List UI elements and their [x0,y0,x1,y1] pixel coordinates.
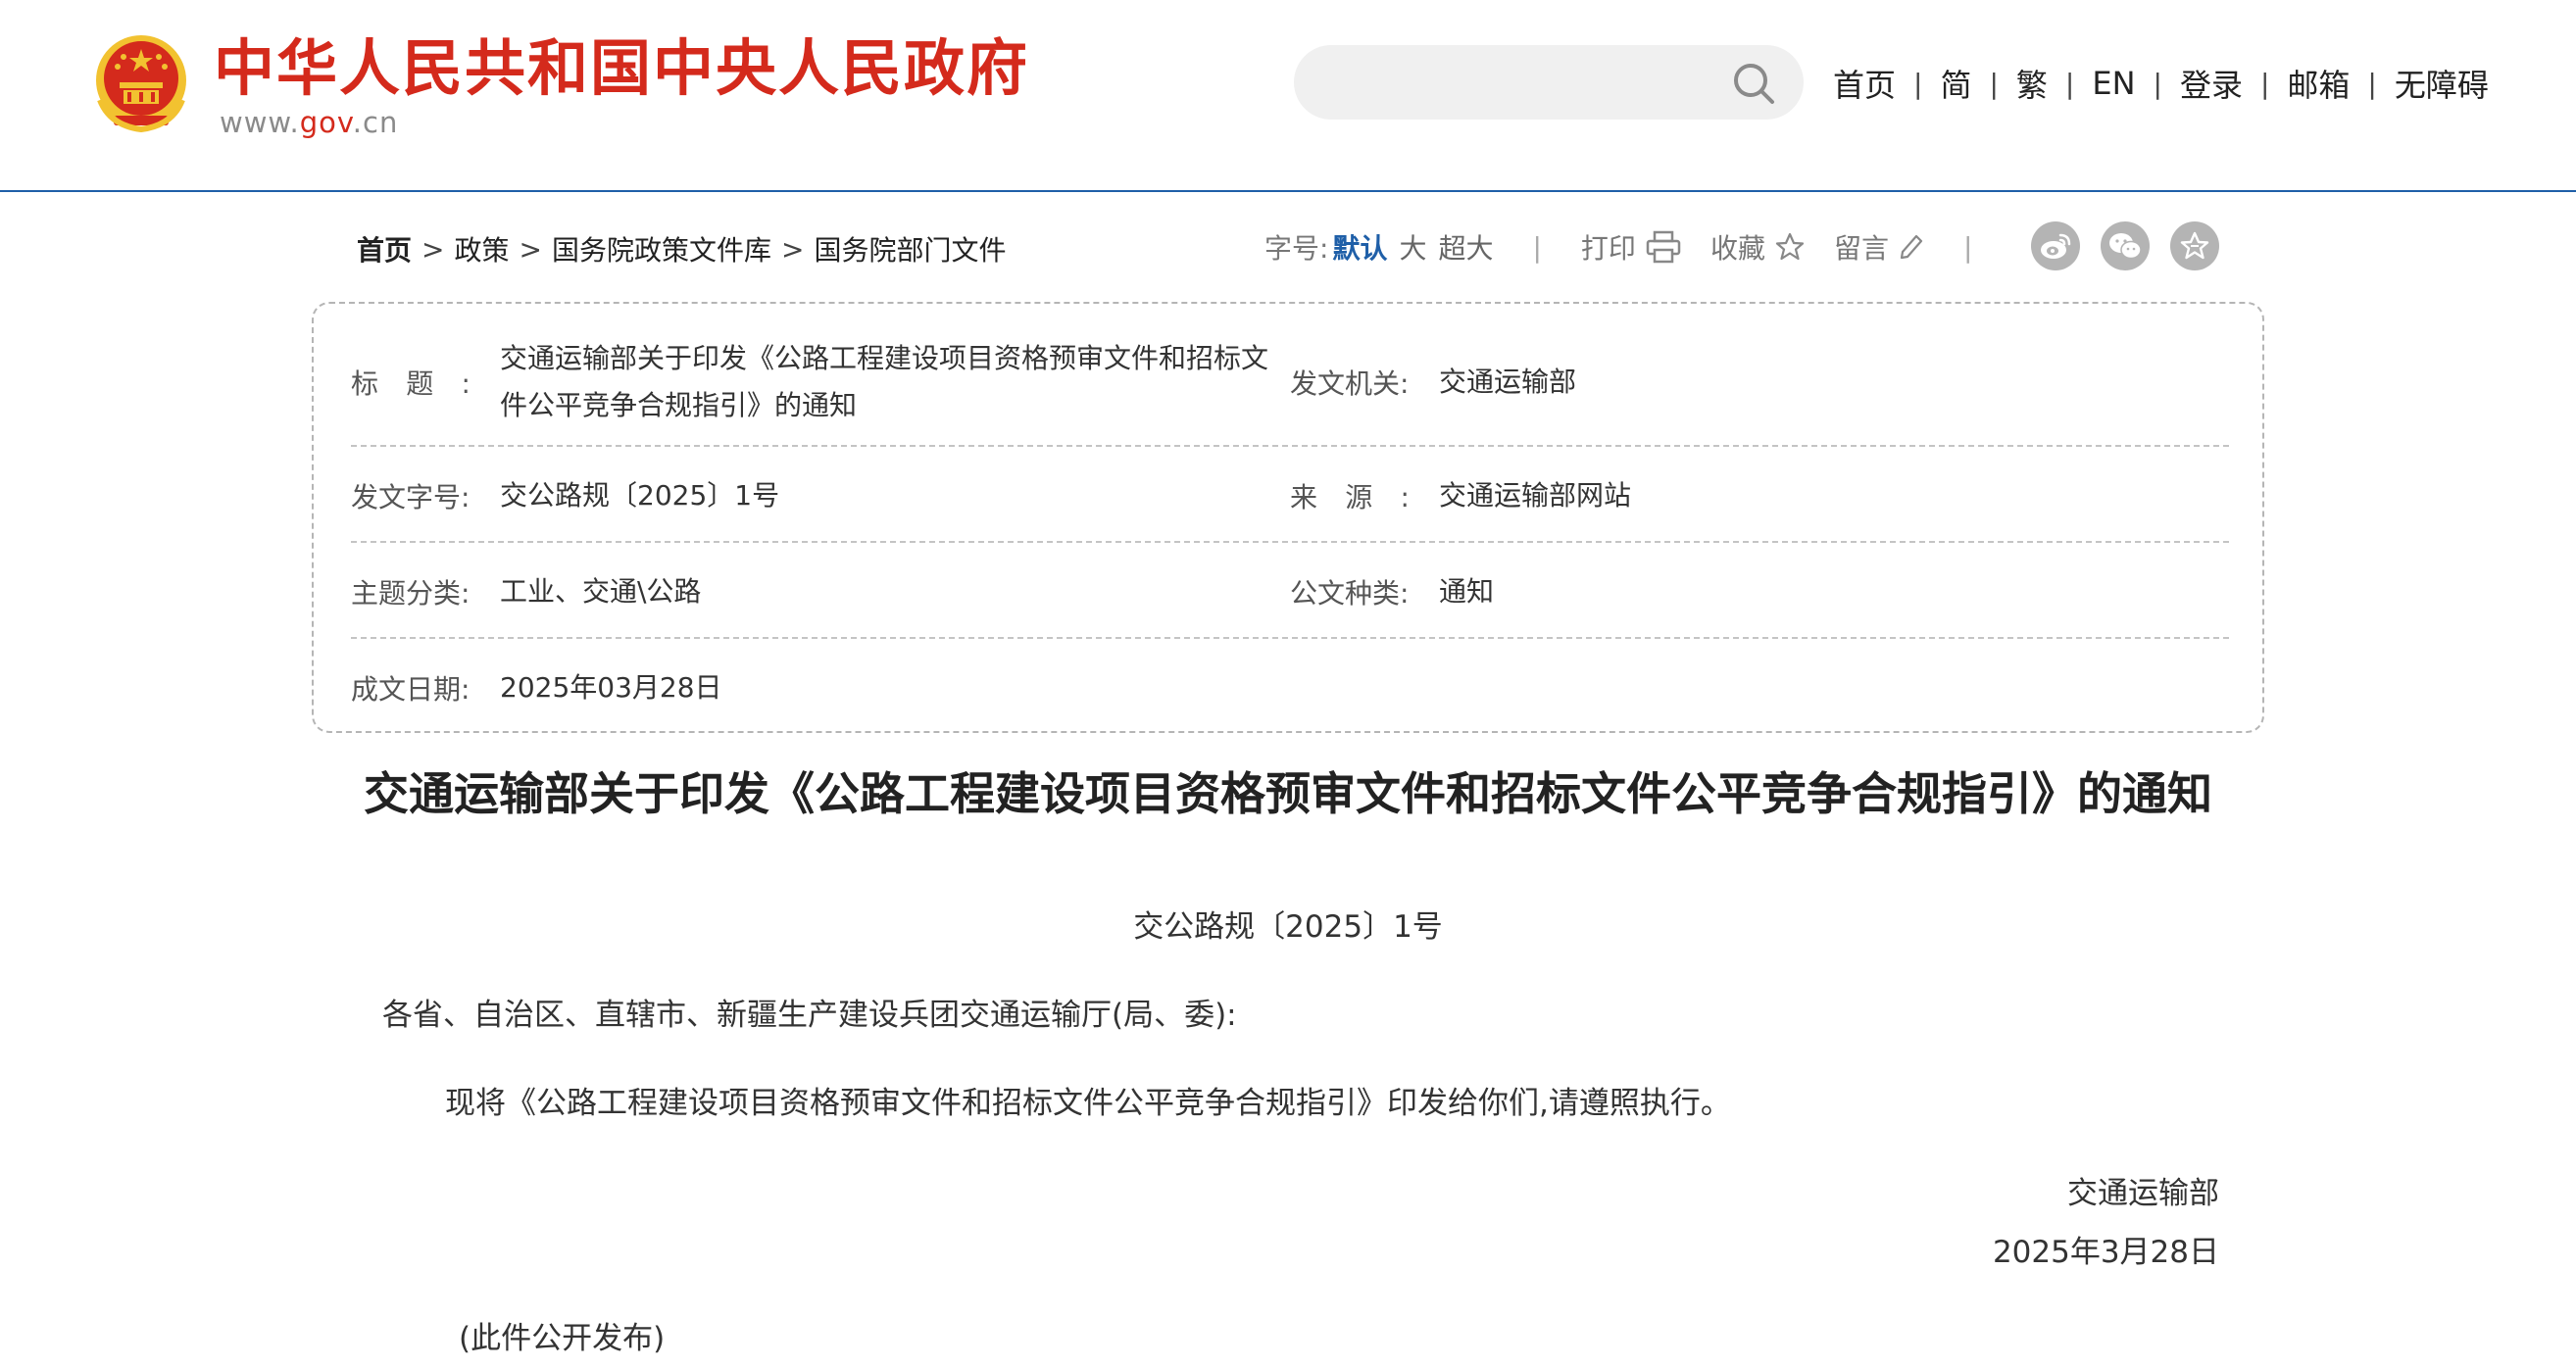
site-url-gov: gov [299,106,353,139]
site-header: 中华人民共和国中央人民政府 www.gov.cn 首页 | 简 | 繁 | EN… [0,0,2576,192]
article-title: 交通运输部关于印发《公路工程建设项目资格预审文件和招标文件公平竞争合规指引》的通… [364,767,2212,820]
toolbar-divider: | [1532,230,1542,264]
site-url-suffix: .cn [352,106,399,139]
doc-type-label: 公文种类: [1290,577,1410,610]
favorite-label: 收藏 [1709,232,1765,265]
font-size-xlarge[interactable]: 超大 [1438,227,1493,267]
nav-separator: | [1913,67,1923,100]
breadcrumb-department-docs[interactable]: 国务院部门文件 [814,229,1006,269]
date-value: 2025年03月28日 [500,671,722,704]
nav-login[interactable]: 登录 [2180,61,2243,106]
title-label-char: 标 [351,367,407,400]
breadcrumb-home[interactable]: 首页 [357,229,412,269]
favorite-star-icon [2180,231,2209,260]
nav-accessibility[interactable]: 无障碍 [2395,61,2489,106]
nav-separator: | [1989,67,1999,100]
share-wechat-button[interactable] [2101,221,2150,270]
nav-home[interactable]: 首页 [1833,61,1896,106]
nav-separator: | [2367,67,2377,100]
source-label-char: 来 [1290,481,1346,513]
comment-button[interactable]: 留言 [1834,227,1924,267]
favorite-button[interactable]: 收藏 [1710,227,1805,267]
topic-value: 工业、交通\公路 [500,575,702,608]
nav-traditional[interactable]: 繁 [2016,61,2048,106]
nav-simplified[interactable]: 简 [1940,61,1971,106]
toolbar-divider: | [1962,230,1973,264]
font-size-large[interactable]: 大 [1399,227,1426,267]
font-size-label: 字号: [1264,232,1329,265]
font-size-default[interactable]: 默认 [1332,227,1387,267]
search-input[interactable] [1329,59,1706,108]
national-emblem-icon[interactable] [90,31,192,139]
nav-english[interactable]: EN [2092,65,2135,102]
breadcrumb: 首页 > 政策 > 国务院政策文件库 > 国务院部门文件 [357,229,1006,269]
issuer-value: 交通运输部 [1439,366,1577,398]
share-weibo-button[interactable] [2031,221,2080,270]
info-row-doc-number: 发文字号: 交公路规〔2025〕1号 来源: 交通运输部网站 [351,447,2229,543]
wechat-icon [2109,233,2142,260]
breadcrumb-separator: > [421,232,445,266]
doc-number-value: 交公路规〔2025〕1号 [500,479,780,512]
site-url[interactable]: www.gov.cn [220,106,398,139]
signature-date: 2025年3月28日 [1992,1235,2219,1270]
source-value: 交通运输部网站 [1439,479,1632,512]
article-addressee: 各省、自治区、直辖市、新疆生产建设兵团交通运输厅(局、委): [382,998,1237,1033]
breadcrumb-policy-library[interactable]: 国务院政策文件库 [552,229,771,269]
nav-separator: | [2064,67,2075,100]
info-row-date: 成文日期: 2025年03月28日 [351,639,2229,733]
date-label: 成文日期: [351,673,471,706]
public-release-note: (此件公开发布) [459,1321,666,1356]
nav-mailbox[interactable]: 邮箱 [2287,61,2350,106]
search-box [1294,45,1804,120]
doc-number-label: 发文字号: [351,481,471,513]
share-favorite-button[interactable] [2170,221,2219,270]
print-label: 打印 [1580,232,1636,265]
breadcrumb-separator: > [780,232,805,266]
site-name[interactable]: 中华人民共和国中央人民政府 [214,33,1029,104]
article-doc-number: 交公路规〔2025〕1号 [1133,909,1443,945]
source-label-char: 源: [1345,481,1410,513]
topic-label: 主题分类: [351,577,471,610]
nav-separator: | [2259,67,2270,100]
title-label: 标题: [351,363,471,402]
pencil-icon [1900,234,1923,260]
breadcrumb-policy[interactable]: 政策 [454,229,509,269]
info-row-title: 标题: 交通运输部关于印发《公路工程建设项目资格预审文件和招标文件公平竞争合规指… [351,323,2229,447]
top-nav: 首页 | 简 | 繁 | EN | 登录 | 邮箱 | 无障碍 [1833,61,2489,106]
article-toolbar: 字号: 默认 大 超大 | 打印 收藏 留言 | [1264,221,2011,272]
article-body-paragraph: 现将《公路工程建设项目资格预审文件和招标文件公平竞争合规指引》印发给你们,请遵照… [445,1086,1731,1121]
title-label-char: 题: [406,367,471,400]
site-url-prefix: www. [220,106,300,139]
doc-type-value: 通知 [1439,575,1495,608]
breadcrumb-separator: > [519,232,542,266]
issuer-label: 发文机关: [1290,367,1410,400]
printer-icon [1646,230,1681,264]
weibo-icon [2041,233,2071,259]
nav-separator: | [2153,67,2162,100]
source-label: 来源: [1290,476,1410,515]
signature-organization: 交通运输部 [2067,1176,2219,1211]
search-icon[interactable] [1731,61,1776,106]
title-value: 交通运输部关于印发《公路工程建设项目资格预审文件和招标文件公平竞争合规指引》的通… [500,342,1269,421]
document-info-box: 标题: 交通运输部关于印发《公路工程建设项目资格预审文件和招标文件公平竞争合规指… [312,302,2264,733]
comment-label: 留言 [1833,232,1889,265]
info-row-topic: 主题分类: 工业、交通\公路 公文种类: 通知 [351,543,2229,639]
print-button[interactable]: 打印 [1581,227,1681,267]
star-icon [1775,232,1805,261]
